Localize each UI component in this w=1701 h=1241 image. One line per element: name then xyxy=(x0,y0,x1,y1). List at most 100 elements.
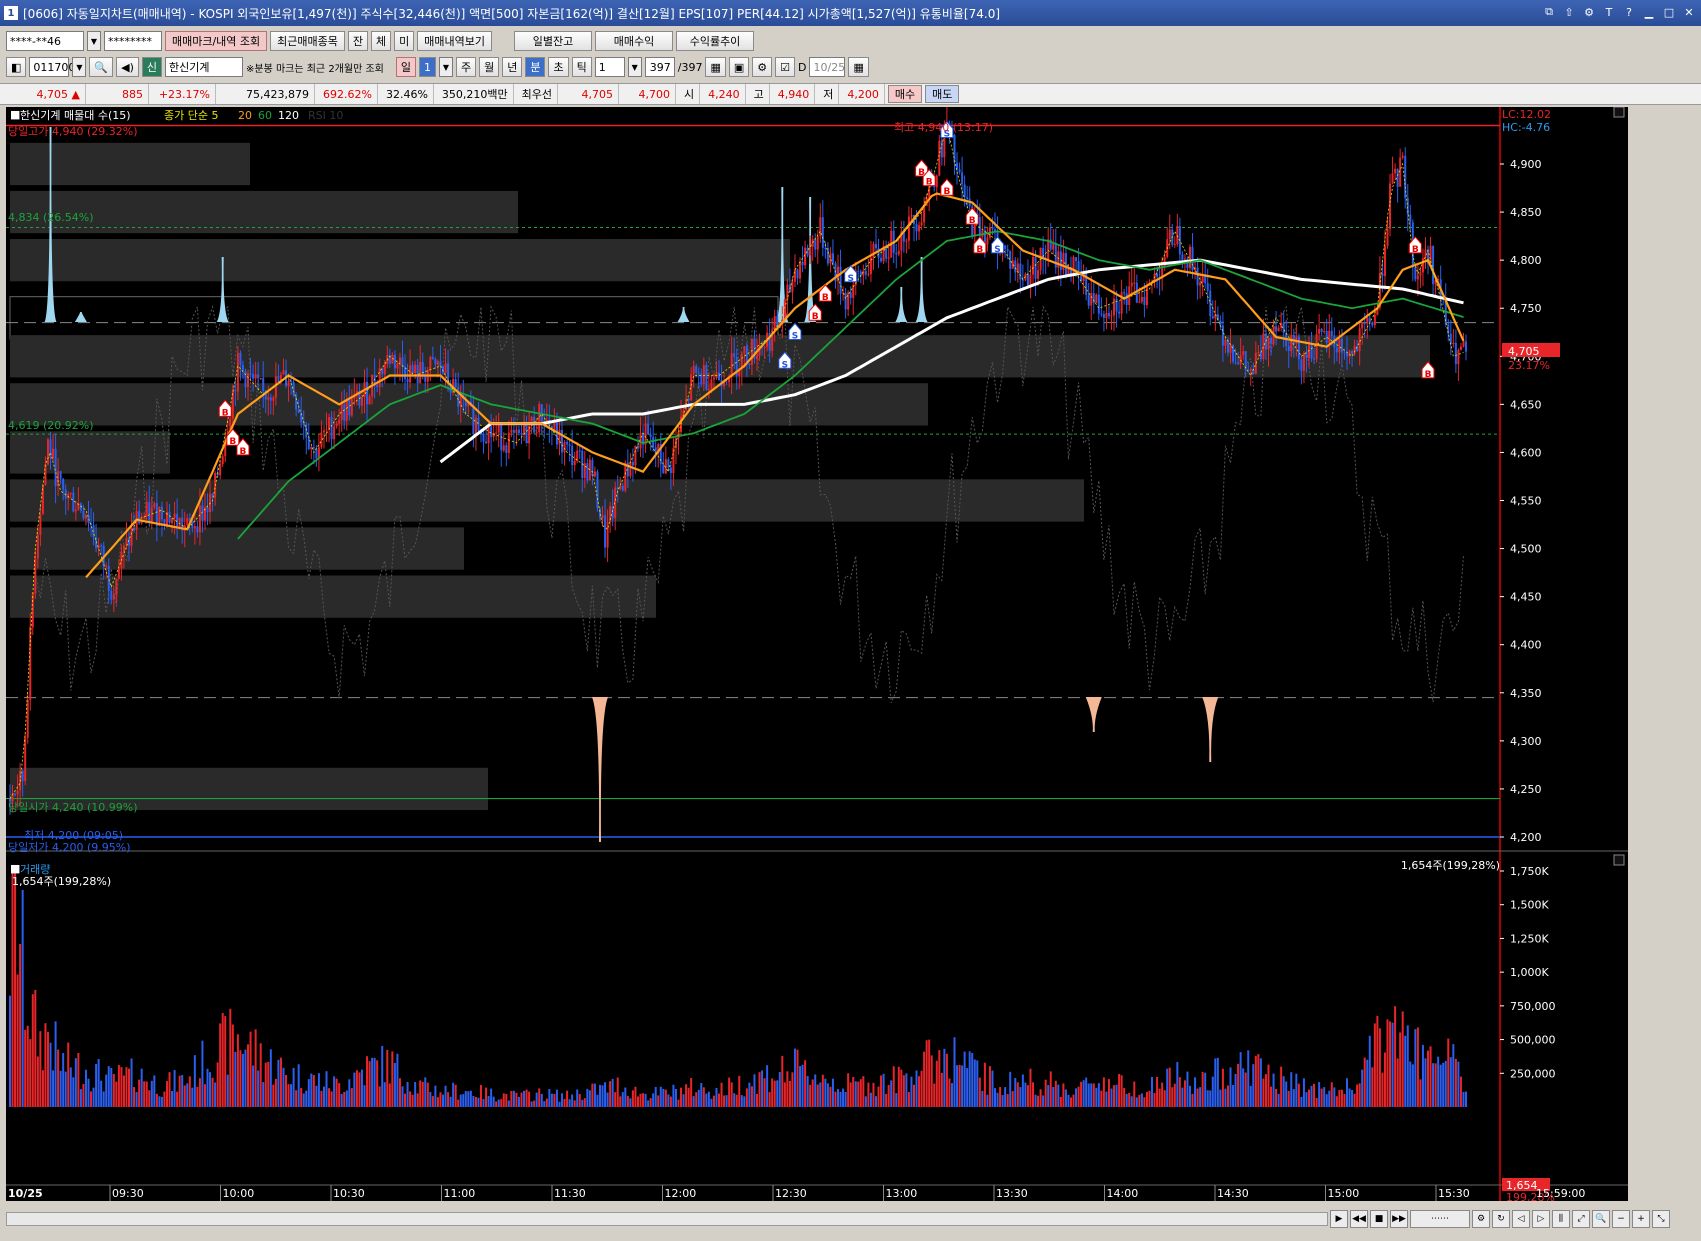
volume-bar xyxy=(801,1064,804,1107)
panel-menu-icon[interactable] xyxy=(1613,854,1625,866)
legend-name[interactable]: 한신기계 매물대 수(15) xyxy=(20,109,131,122)
candle-body xyxy=(1457,350,1460,365)
font-icon[interactable]: T xyxy=(1601,4,1617,20)
count-field[interactable]: 397 xyxy=(644,57,675,77)
volume-bar xyxy=(816,1084,819,1107)
candle-body xyxy=(406,378,409,383)
period-month[interactable]: 월 xyxy=(479,57,500,77)
account-dropdown-icon[interactable]: ▼ xyxy=(87,31,101,51)
save-icon[interactable]: ▣ xyxy=(728,57,750,77)
prev-icon[interactable]: ◁ xyxy=(1512,1210,1530,1228)
volume-bar xyxy=(568,1099,571,1107)
close-icon[interactable]: ✕ xyxy=(1681,4,1697,20)
volume-bar xyxy=(847,1073,850,1107)
zoom-search-icon[interactable]: 🔍 xyxy=(1592,1210,1610,1228)
volume-bar xyxy=(1034,1094,1037,1107)
forward-icon[interactable]: ▶▶ xyxy=(1390,1210,1408,1228)
candle-body xyxy=(887,257,890,259)
search-icon[interactable]: 🔍 xyxy=(89,57,114,77)
volume-bar xyxy=(401,1086,404,1107)
legend-ma60[interactable]: 60 xyxy=(258,109,272,122)
password-field[interactable]: ******** xyxy=(104,31,162,51)
stop-icon[interactable]: ■ xyxy=(1370,1210,1388,1228)
trade-profit-button[interactable]: 매매수익 xyxy=(595,31,674,51)
maximize-icon[interactable]: □ xyxy=(1661,4,1677,20)
fit-icon[interactable]: ⤢ xyxy=(1572,1210,1590,1228)
volume-bar xyxy=(707,1091,710,1107)
pin-icon[interactable]: ⇧ xyxy=(1561,4,1577,20)
legend-ma120[interactable]: 120 xyxy=(278,109,299,122)
profit-trend-button[interactable]: 수익률추이 xyxy=(676,31,755,51)
mark-query-button[interactable]: 매매마크/내역 조회 xyxy=(165,31,268,51)
split-icon[interactable]: ⫼ xyxy=(1552,1210,1570,1228)
checkbox-d[interactable]: ☑ xyxy=(775,57,795,77)
period-week[interactable]: 주 xyxy=(455,57,477,77)
volume-bar xyxy=(654,1086,657,1107)
grid-icon[interactable]: ▦ xyxy=(705,57,726,77)
volume-bar xyxy=(1351,1090,1354,1107)
period-second[interactable]: 초 xyxy=(548,57,569,77)
period-dropdown-icon[interactable]: ▼ xyxy=(438,57,453,77)
zoom-in-icon[interactable]: + xyxy=(1632,1210,1650,1228)
period-year[interactable]: 년 xyxy=(502,57,523,77)
volume-bar xyxy=(269,1049,272,1107)
settings-icon[interactable]: ⚙ xyxy=(1581,4,1597,20)
gear-icon[interactable]: ⚙ xyxy=(752,57,773,77)
candle-body xyxy=(368,396,371,405)
chart-menu-icon[interactable] xyxy=(1613,107,1625,118)
candle-body xyxy=(801,261,804,266)
volume-profile-band xyxy=(9,296,779,340)
layout-icon[interactable]: ◧ xyxy=(6,57,27,77)
legend-rsi[interactable]: RSI 10 xyxy=(308,109,343,122)
execution-button[interactable]: 체 xyxy=(371,31,392,51)
minimize-icon[interactable]: ▁ xyxy=(1641,4,1657,20)
price-chart[interactable]: BBBBBBBBBBBBSSSSS 4,9004,8504,8004,7504,… xyxy=(6,107,1628,1201)
volume-bar xyxy=(682,1094,685,1107)
play-icon[interactable]: ▶ xyxy=(1330,1210,1348,1228)
volume-bar xyxy=(1409,1061,1412,1107)
zoom-slider[interactable]: ⋯⋯ xyxy=(1410,1210,1470,1228)
rewind-icon[interactable]: ◀◀ xyxy=(1350,1210,1368,1228)
volume-bar xyxy=(1348,1088,1351,1107)
volume-bar xyxy=(520,1092,523,1107)
chart-scrollbar[interactable] xyxy=(6,1212,1328,1226)
period-day[interactable]: 일 xyxy=(395,57,416,77)
expand-icon[interactable]: ⤡ xyxy=(1652,1210,1670,1228)
legend-ma5[interactable]: 종가 단순 5 xyxy=(164,109,218,122)
time-tick-label: 15:00 xyxy=(1328,1187,1360,1200)
balance-button[interactable]: 잔 xyxy=(347,31,369,51)
calendar-icon[interactable]: ▦ xyxy=(848,57,869,77)
period-tick[interactable]: 틱 xyxy=(571,57,592,77)
account-field[interactable]: ****-**46 xyxy=(6,31,84,51)
legend-ma20[interactable]: 20 xyxy=(238,109,252,122)
settings-small-icon[interactable]: ⚙ xyxy=(1472,1210,1490,1228)
period-minute[interactable]: 분 xyxy=(525,57,546,77)
next-icon[interactable]: ▷ xyxy=(1532,1210,1550,1228)
sound-icon[interactable]: ◀) xyxy=(116,57,139,77)
history-button[interactable]: 매매내역보기 xyxy=(417,31,493,51)
sell-button[interactable]: 매도 xyxy=(925,85,960,103)
daily-balance-button[interactable]: 일별잔고 xyxy=(514,31,593,51)
recent-trades-button[interactable]: 최근매매종목 xyxy=(270,31,345,51)
date-field[interactable]: 10/25 xyxy=(809,57,846,77)
link-icon[interactable]: ⧉ xyxy=(1541,4,1557,20)
volume-bar xyxy=(34,989,37,1107)
volume-bar xyxy=(953,1037,956,1107)
unfilled-button[interactable]: 미 xyxy=(394,31,415,51)
volume-bar xyxy=(1270,1086,1273,1107)
refresh-icon[interactable]: ↻ xyxy=(1492,1210,1510,1228)
code-dropdown-icon[interactable]: ▼ xyxy=(72,57,87,77)
volume-bar xyxy=(657,1095,660,1107)
period-count[interactable]: 1 xyxy=(418,57,436,77)
code-field[interactable]: 011700 xyxy=(29,57,75,77)
help-icon[interactable]: ? xyxy=(1621,4,1637,20)
candle-body xyxy=(895,252,898,255)
buy-button[interactable]: 매수 xyxy=(887,85,923,103)
candle-body xyxy=(672,448,675,474)
volume-bar xyxy=(105,1074,108,1107)
price-tick-label: 4,400 xyxy=(1510,639,1542,652)
interval-dropdown-icon[interactable]: ▼ xyxy=(627,57,642,77)
zoom-out-icon[interactable]: − xyxy=(1612,1210,1630,1228)
volume-bar xyxy=(287,1084,290,1107)
interval-field[interactable]: 1 xyxy=(594,57,625,77)
